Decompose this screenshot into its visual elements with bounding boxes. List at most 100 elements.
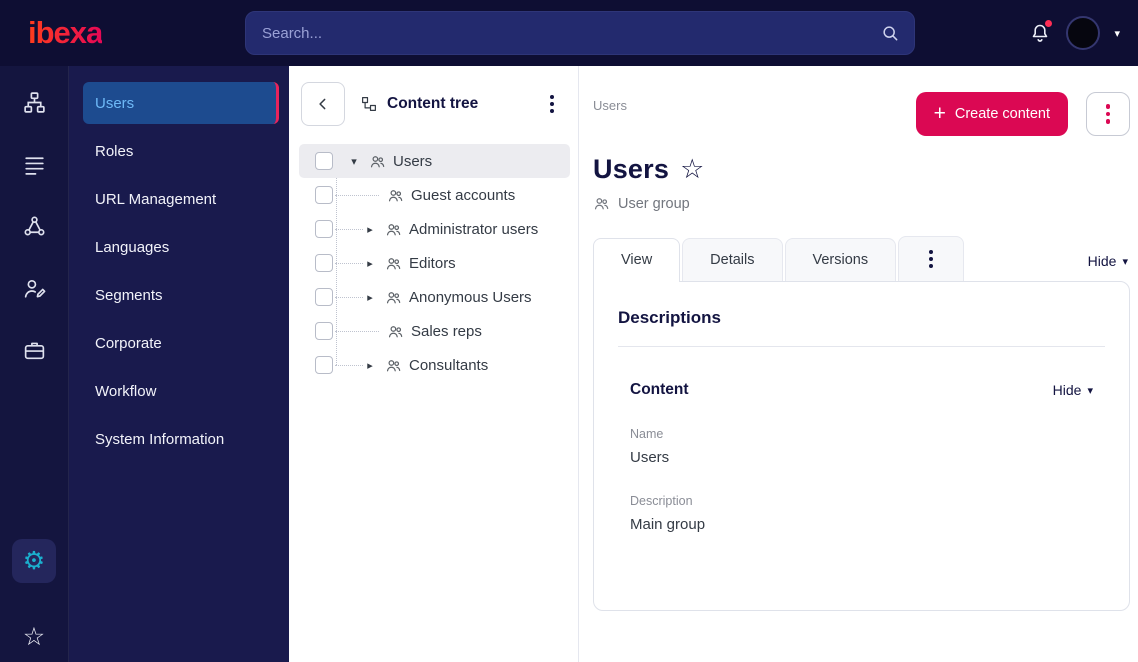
tree-item-checkbox[interactable]: [315, 152, 333, 170]
icon-rail: ⚙ ☆: [0, 66, 69, 662]
sidebar-item-label: Workflow: [95, 382, 157, 400]
ibexa-logo[interactable]: ibexa: [28, 15, 103, 50]
card-heading: Descriptions: [618, 308, 721, 327]
content-list-icon[interactable]: [21, 151, 47, 177]
relations-icon[interactable]: [21, 213, 47, 239]
plus-icon: +: [933, 101, 946, 125]
logo-wrap: ibexa: [0, 15, 245, 51]
main-header-row: Users + Create content: [593, 92, 1130, 136]
kebab-menu-icon: [929, 250, 934, 268]
tab-versions[interactable]: Versions: [784, 238, 897, 281]
user-group-icon: [369, 153, 386, 170]
sidebar-item-label: Segments: [95, 286, 163, 304]
content-tree-panel: Content tree ▾ Users Guest accounts ▸ Ad…: [289, 66, 579, 662]
sidebar-item-url-management[interactable]: URL Management: [83, 178, 279, 220]
user-group-icon: [385, 357, 402, 374]
tree-item-label: Anonymous Users: [409, 288, 532, 306]
tree-item-checkbox[interactable]: [315, 254, 333, 272]
caret-right-icon[interactable]: ▸: [363, 257, 377, 270]
content-tree-icon: [360, 95, 378, 113]
caret-right-icon[interactable]: ▸: [363, 291, 377, 304]
tree-connector: [335, 228, 363, 230]
tree-item-guest-accounts[interactable]: Guest accounts: [299, 178, 570, 212]
sidebar-item-system-information[interactable]: System Information: [83, 418, 279, 460]
content-section-header: Content Hide ▾: [618, 381, 1105, 399]
tree-item-consultants[interactable]: ▸ Consultants: [299, 348, 570, 382]
context-kebab-menu-button[interactable]: [1086, 92, 1130, 136]
tree-item-checkbox[interactable]: [315, 322, 333, 340]
tree-item-checkbox[interactable]: [315, 220, 333, 238]
sidebar-item-corporate[interactable]: Corporate: [83, 322, 279, 364]
user-group-icon: [385, 221, 402, 238]
main-content: Users + Create content Users ☆ User grou…: [579, 66, 1138, 662]
tree-item-anonymous-users[interactable]: ▸ Anonymous Users: [299, 280, 570, 314]
divider: [618, 346, 1105, 347]
sidebar-item-segments[interactable]: Segments: [83, 274, 279, 316]
tree-item-editors[interactable]: ▸ Editors: [299, 246, 570, 280]
avatar[interactable]: [1066, 16, 1101, 50]
user-group-icon: [387, 323, 404, 340]
notifications-bell-icon[interactable]: [1028, 20, 1053, 45]
sidebar-item-roles[interactable]: Roles: [83, 130, 279, 172]
sidebar-item-workflow[interactable]: Workflow: [83, 370, 279, 412]
global-search: [245, 11, 915, 55]
user-menu-caret-icon[interactable]: ▾: [1114, 27, 1120, 40]
tab-details[interactable]: Details: [682, 238, 783, 281]
sidebar-item-users[interactable]: Users: [83, 82, 279, 124]
tree-kebab-menu-icon[interactable]: [540, 92, 564, 116]
tree-item-checkbox[interactable]: [315, 186, 333, 204]
tree-item-sales-reps[interactable]: Sales reps: [299, 314, 570, 348]
tree-connector: [335, 194, 379, 196]
field-label-name: Name: [630, 427, 664, 441]
content-tree-title-label: Content tree: [387, 95, 479, 112]
tree-item-label: Users: [393, 152, 433, 170]
create-content-label: Create content: [954, 106, 1050, 122]
collapse-tree-button[interactable]: [301, 82, 345, 126]
sidebar-item-languages[interactable]: Languages: [83, 226, 279, 268]
caret-down-icon: ▾: [1122, 255, 1128, 268]
tree-connector: [335, 296, 363, 298]
bookmarks-star-icon[interactable]: ☆: [23, 625, 45, 650]
caret-right-icon[interactable]: ▸: [363, 223, 377, 236]
user-group-icon: [387, 187, 404, 204]
tree-item-users[interactable]: ▾ Users: [299, 144, 570, 178]
sidebar-item-label: URL Management: [95, 190, 217, 208]
content-tree-list: ▾ Users Guest accounts ▸ Administrator u…: [289, 138, 578, 382]
user-group-icon: [593, 195, 610, 212]
tree-item-checkbox[interactable]: [315, 288, 333, 306]
tab-bar: View Details Versions Hide ▾: [593, 236, 1130, 282]
tab-more-kebab[interactable]: [898, 236, 965, 281]
tree-connector: [335, 330, 379, 332]
sidebar-item-label: Roles: [95, 142, 134, 160]
tree-item-label: Consultants: [409, 356, 489, 374]
content-tree-title: Content tree: [360, 95, 478, 113]
tab-view[interactable]: View: [593, 238, 681, 282]
toolbox-icon[interactable]: [21, 337, 47, 363]
admin-sidebar: Users Roles URL Management Languages Seg…: [69, 66, 289, 662]
back-chevron-icon: [313, 94, 333, 114]
caret-right-icon[interactable]: ▸: [363, 359, 377, 372]
favorite-star-icon[interactable]: ☆: [680, 156, 704, 183]
field-value-description: Main group: [630, 516, 706, 533]
tree-connector: [335, 262, 363, 264]
settings-gear-icon[interactable]: ⚙: [12, 539, 56, 583]
content-structure-icon[interactable]: [21, 89, 47, 115]
tree-item-label: Sales reps: [411, 322, 482, 340]
title-row: Users ☆: [593, 154, 1130, 185]
section-hide-toggle[interactable]: Hide ▾: [1053, 382, 1105, 398]
user-edit-icon[interactable]: [21, 275, 47, 301]
search-input[interactable]: [246, 12, 914, 54]
hide-toggle[interactable]: Hide ▾: [1088, 253, 1130, 281]
tree-item-label: Administrator users: [409, 220, 539, 238]
user-group-icon: [385, 289, 402, 306]
caret-down-icon: ▾: [1087, 384, 1093, 397]
descriptions-card: Descriptions Content Hide ▾ Name Users D…: [593, 281, 1130, 611]
content-tree-header: Content tree: [289, 66, 578, 138]
tree-item-administrator-users[interactable]: ▸ Administrator users: [299, 212, 570, 246]
caret-down-icon[interactable]: ▾: [347, 155, 361, 168]
content-type-label: User group: [618, 195, 690, 212]
tree-connector: [335, 364, 363, 366]
search-icon[interactable]: [880, 23, 900, 43]
tree-item-checkbox[interactable]: [315, 356, 333, 374]
create-content-button[interactable]: + Create content: [915, 92, 1068, 136]
